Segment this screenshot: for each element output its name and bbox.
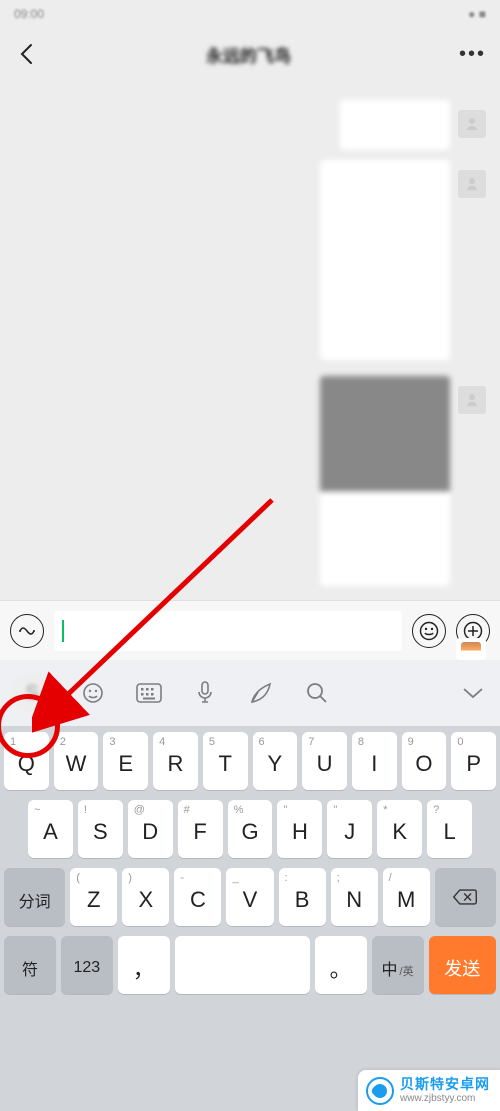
watermark-url: www.zjbstyy.com [400,1093,490,1105]
message-bubble[interactable] [320,160,450,360]
avatar[interactable] [458,110,486,138]
toolbar-mic-button[interactable] [190,678,220,708]
chevron-down-icon [462,686,484,700]
key-I[interactable]: 8I [352,732,397,790]
key-B[interactable]: :B [279,868,326,926]
key-H[interactable]: "H [277,800,322,858]
key-language[interactable]: 中/英 [372,936,424,994]
text-caret [62,620,64,642]
key-send[interactable]: 发送 [429,936,496,994]
ime-logo-button[interactable]: S [12,673,52,713]
key-A[interactable]: ~A [28,800,73,858]
key-numeric[interactable]: 123 [61,936,113,994]
key-segment[interactable]: 分词 [4,868,65,926]
backspace-icon [452,884,478,910]
key-R[interactable]: 4R [153,732,198,790]
key-D[interactable]: @D [128,800,173,858]
status-icons: ● ■ [468,7,486,21]
status-bar: 09:00 ● ■ [0,0,500,28]
key-E[interactable]: 3E [103,732,148,790]
watermark-title: 贝斯特安卓网 [400,1076,490,1093]
key-V[interactable]: _V [226,868,273,926]
keyboard: S 1Q2W3E4R5T6Y7U8I9O0P ~A!S@D#F%G"H"J*K?… [0,660,500,1111]
avatar[interactable] [458,170,486,198]
toolbar-collapse-button[interactable] [458,678,488,708]
chat-body[interactable] [0,80,500,600]
message-bubble[interactable] [340,100,450,150]
key-J[interactable]: "J [327,800,372,858]
key-O[interactable]: 9O [402,732,447,790]
status-time: 09:00 [14,7,44,21]
key-K[interactable]: *K [377,800,422,858]
key-X[interactable]: )X [122,868,169,926]
key-Q[interactable]: 1Q [4,732,49,790]
key-N[interactable]: ;N [331,868,378,926]
avatar[interactable] [458,386,486,414]
message-row[interactable] [340,100,486,150]
key-C[interactable]: -C [174,868,221,926]
back-button[interactable] [14,42,38,66]
toolbar-keyboard-button[interactable] [134,678,164,708]
voice-mode-button[interactable] [10,614,44,648]
toolbar-handwrite-button[interactable] [246,678,276,708]
search-icon [305,681,329,705]
key-T[interactable]: 5T [203,732,248,790]
sound-wave-icon [17,621,37,641]
message-input[interactable] [54,611,402,651]
more-button[interactable]: ••• [459,43,486,66]
message-row[interactable] [320,160,486,360]
key-F[interactable]: #F [178,800,223,858]
toolbar-emoji-button[interactable] [78,678,108,708]
watermark: 贝斯特安卓网 www.zjbstyy.com [358,1070,500,1111]
emoji-icon [81,681,105,705]
key-comma[interactable]: ， [118,936,170,994]
keyboard-toolbar: S [0,660,500,726]
key-U[interactable]: 7U [302,732,347,790]
key-W[interactable]: 2W [54,732,99,790]
chat-title: 永远的飞鸟 [206,42,291,67]
chat-header: 永远的飞鸟 ••• [0,28,500,80]
key-backspace[interactable] [435,868,496,926]
emoji-button[interactable] [412,614,446,648]
key-P[interactable]: 0P [451,732,496,790]
key-S[interactable]: !S [78,800,123,858]
key-M[interactable]: /M [383,868,430,926]
watermark-logo [366,1077,394,1105]
message-bubble[interactable] [320,376,450,586]
key-L[interactable]: ?L [427,800,472,858]
smiley-icon [419,621,439,641]
key-period[interactable]: 。 [315,936,367,994]
toolbar-search-button[interactable] [302,678,332,708]
chat-input-bar [0,600,500,660]
keyboard-icon [136,683,162,703]
keyboard-mascot[interactable] [456,638,486,660]
message-row[interactable] [320,376,486,586]
key-Z[interactable]: (Z [70,868,117,926]
key-symbol[interactable]: 符 [4,936,56,994]
key-space[interactable] [175,936,310,994]
key-G[interactable]: %G [228,800,273,858]
quill-icon [248,680,274,706]
key-Y[interactable]: 6Y [253,732,298,790]
microphone-icon [195,680,215,706]
